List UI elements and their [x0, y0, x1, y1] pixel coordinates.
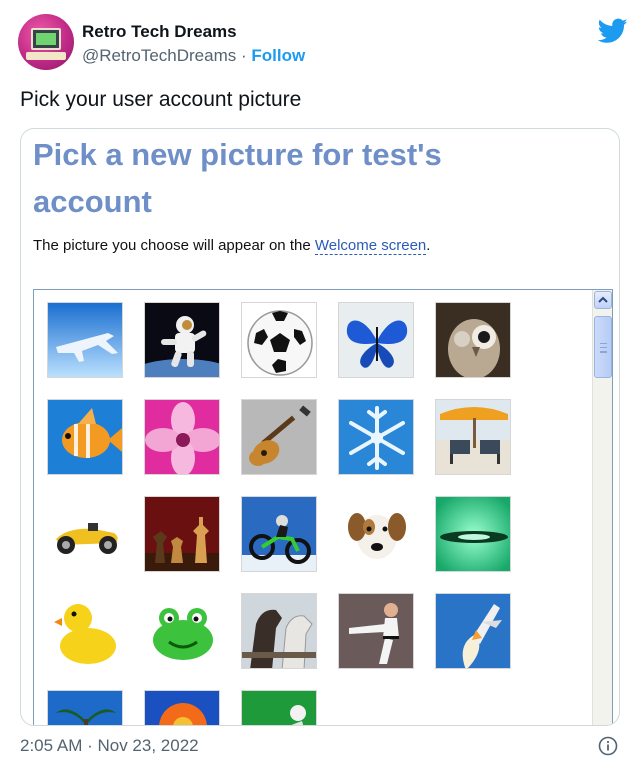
- follow-button[interactable]: Follow: [251, 46, 305, 65]
- rubber-duck-icon: [48, 594, 122, 668]
- karate-icon: [339, 594, 413, 668]
- scrollbar[interactable]: [592, 290, 612, 725]
- dialog-title-line2: account: [33, 184, 152, 219]
- welcome-screen-link[interactable]: Welcome screen: [314, 237, 427, 255]
- tweet-media[interactable]: Pick a new picture for test's account Th…: [20, 128, 620, 726]
- grip-icon: [600, 343, 607, 353]
- picture-guitar[interactable]: [241, 399, 317, 475]
- dialog-title: Pick a new picture for test's account: [33, 131, 553, 225]
- owl-icon: [436, 303, 510, 377]
- space-shuttle-icon: [436, 594, 510, 668]
- separator: ·: [236, 46, 252, 65]
- picture-astronaut[interactable]: [144, 302, 220, 378]
- picture-frog[interactable]: [144, 593, 220, 669]
- avatar[interactable]: [18, 14, 74, 70]
- picture-dirt-bike[interactable]: [241, 496, 317, 572]
- picture-snowflake[interactable]: [338, 399, 414, 475]
- race-car-icon: [48, 497, 122, 571]
- description-text: The picture you choose will appear on th…: [33, 237, 315, 254]
- dirt-bike-icon: [242, 497, 316, 571]
- scroll-thumb[interactable]: [594, 316, 612, 378]
- green-abstract-icon: [436, 497, 510, 571]
- soccer-ball-icon: [242, 303, 316, 377]
- picture-dog[interactable]: [338, 496, 414, 572]
- picture-green-picture[interactable]: [241, 690, 317, 725]
- keyboard-icon: [26, 52, 66, 60]
- orange-flower-icon: [145, 691, 219, 725]
- picture-flower[interactable]: [144, 399, 220, 475]
- picture-rubber-duck[interactable]: [47, 593, 123, 669]
- picture-horses[interactable]: [241, 593, 317, 669]
- picture-beach-chairs[interactable]: [435, 399, 511, 475]
- picture-fish[interactable]: [47, 399, 123, 475]
- dog-icon: [339, 497, 413, 571]
- author-handle-line: @RetroTechDreams · Follow: [82, 46, 305, 66]
- picture-airplane[interactable]: [47, 302, 123, 378]
- picture-chess[interactable]: [144, 496, 220, 572]
- author-name[interactable]: Retro Tech Dreams: [82, 22, 237, 42]
- tweet-timestamp[interactable]: 2:05 AM · Nov 23, 2022: [20, 736, 199, 756]
- fish-icon: [48, 400, 122, 474]
- description-suffix: .: [426, 237, 431, 254]
- dialog-description: The picture you choose will appear on th…: [33, 237, 431, 255]
- monitor-icon: [31, 28, 61, 50]
- picture-karate[interactable]: [338, 593, 414, 669]
- author-handle[interactable]: @RetroTechDreams: [82, 46, 236, 65]
- picture-race-car[interactable]: [47, 496, 123, 572]
- beach-chairs-icon: [436, 400, 510, 474]
- picture-space-shuttle[interactable]: [435, 593, 511, 669]
- chevron-up-icon: [598, 296, 608, 303]
- picture-green-abstract[interactable]: [435, 496, 511, 572]
- chess-icon: [145, 497, 219, 571]
- airplane-icon: [48, 303, 122, 377]
- dialog-title-line1: Pick a new picture for test's: [33, 137, 442, 172]
- green-picture-icon: [242, 691, 316, 725]
- info-icon[interactable]: [598, 736, 618, 756]
- picture-orange-flower[interactable]: [144, 690, 220, 725]
- scroll-up-button[interactable]: [594, 291, 612, 309]
- picture-owl[interactable]: [435, 302, 511, 378]
- picture-list[interactable]: [33, 289, 613, 725]
- tweet-header: Retro Tech Dreams @RetroTechDreams · Fol…: [18, 14, 628, 74]
- guitar-icon: [242, 400, 316, 474]
- flower-icon: [145, 400, 219, 474]
- frog-icon: [145, 594, 219, 668]
- butterfly-icon: [339, 303, 413, 377]
- twitter-bird-icon[interactable]: [598, 18, 628, 44]
- tweet-text: Pick your user account picture: [20, 88, 302, 111]
- astronaut-icon: [145, 303, 219, 377]
- horses-icon: [242, 594, 316, 668]
- palm-tree-icon: [48, 691, 122, 725]
- picture-palm-tree[interactable]: [47, 690, 123, 725]
- picture-butterfly[interactable]: [338, 302, 414, 378]
- snowflake-icon: [339, 400, 413, 474]
- picture-soccer-ball[interactable]: [241, 302, 317, 378]
